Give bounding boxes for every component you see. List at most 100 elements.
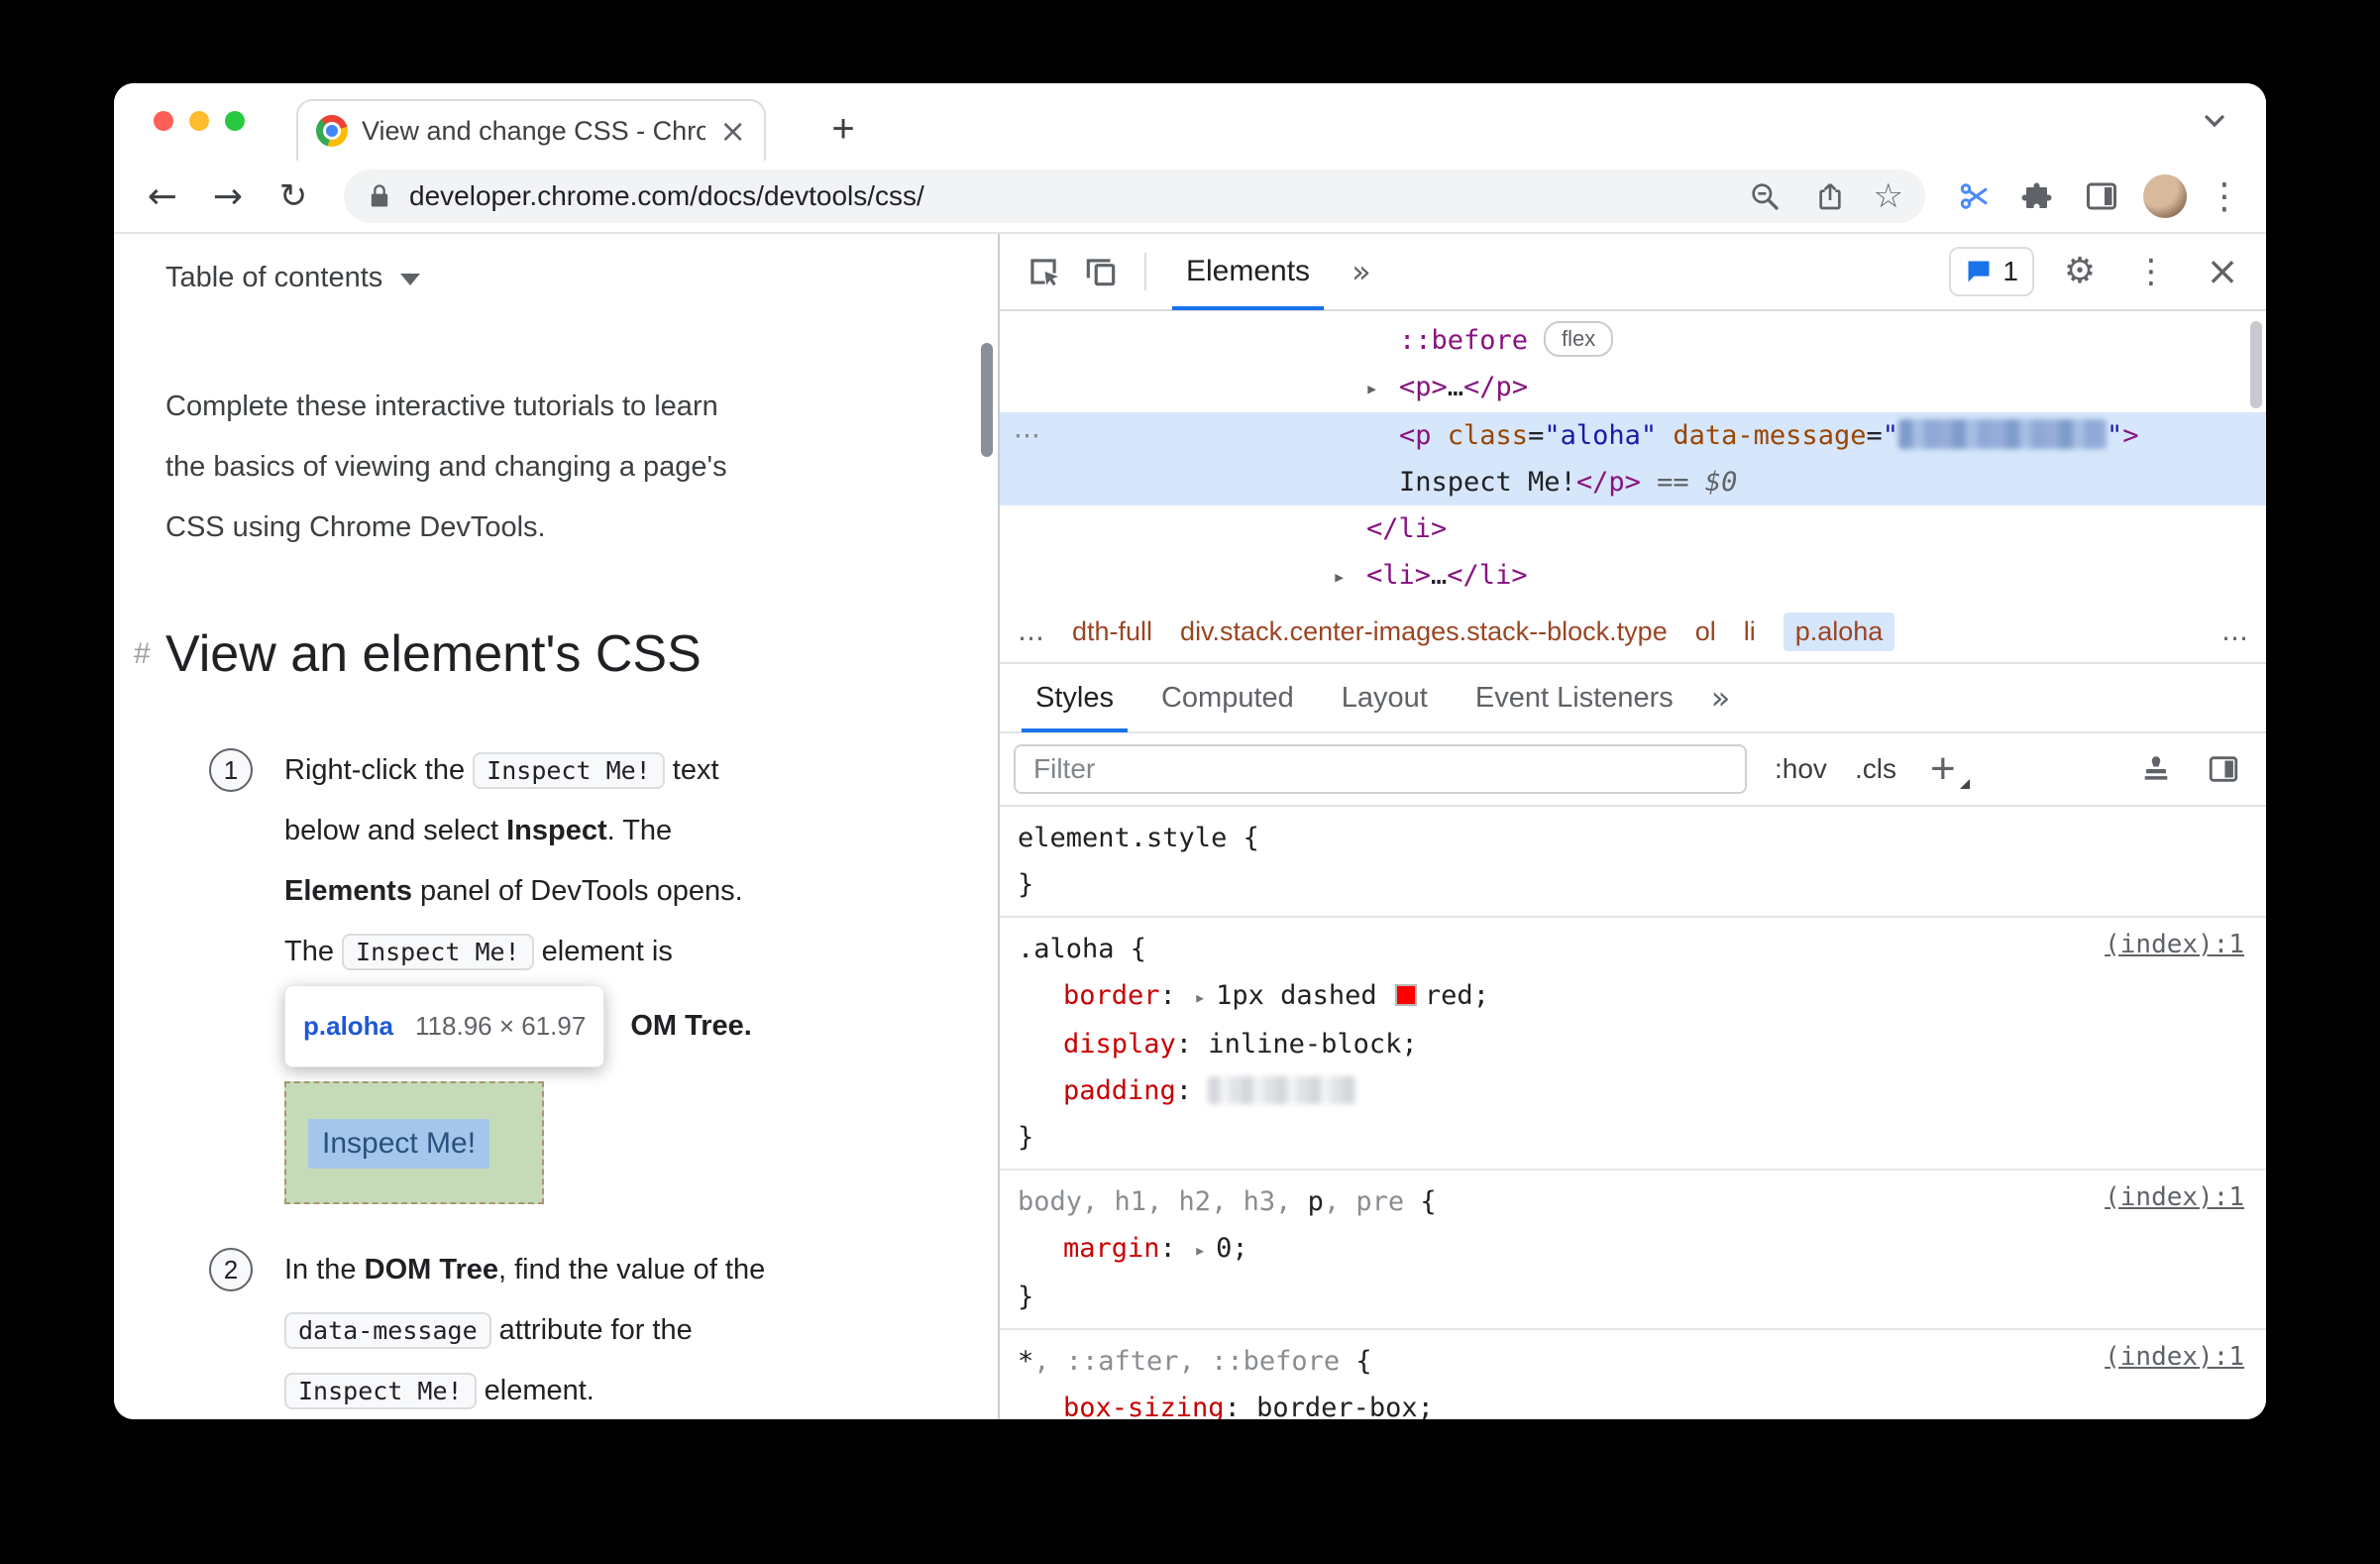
expand-arrow-icon[interactable]: ▸ xyxy=(1333,554,1366,601)
scrollbar-thumb[interactable] xyxy=(981,343,993,457)
dom-tree-row[interactable]: ▸ <li>…</li> xyxy=(1000,552,2266,601)
forward-button[interactable]: → xyxy=(205,176,251,217)
profile-avatar[interactable] xyxy=(2143,174,2187,218)
style-rule: (index):1 *, ::after, ::before {box-sizin… xyxy=(1000,1330,2266,1419)
bookmark-star-icon[interactable]: ☆ xyxy=(1874,179,1903,213)
token-redact-blue xyxy=(1898,419,2107,449)
section-heading: # View an element's CSS xyxy=(134,619,958,689)
maximize-window-button[interactable] xyxy=(225,111,245,131)
browser-tab[interactable]: View and change CSS - Chrom × xyxy=(296,99,766,161)
styles-pane-tab-computed[interactable]: Computed xyxy=(1137,663,1318,732)
step-number: 1 xyxy=(209,748,253,792)
token-plain: } xyxy=(1018,869,1034,900)
token-plain: … xyxy=(1447,372,1464,402)
css-declaration[interactable]: margin: ▸ 0; xyxy=(1018,1225,2266,1274)
styles-filter-input[interactable] xyxy=(1014,744,1747,794)
styles-pane-tab-layout[interactable]: Layout xyxy=(1318,663,1452,732)
address-bar[interactable]: developer.chrome.com/docs/devtools/css/ … xyxy=(344,169,1925,223)
stamp-icon[interactable] xyxy=(2139,752,2173,786)
close-window-button[interactable] xyxy=(154,111,173,131)
token-plain: { xyxy=(1227,823,1259,853)
device-toolbar-icon[interactable] xyxy=(1075,246,1127,297)
inspect-me-text[interactable]: Inspect Me! xyxy=(308,1119,490,1169)
new-tab-button[interactable]: + xyxy=(819,105,867,153)
lock-icon[interactable] xyxy=(366,182,393,210)
breadcrumb-item[interactable]: li xyxy=(1744,616,1756,647)
text-segment: In the xyxy=(284,1254,365,1285)
token-attr: class xyxy=(1447,420,1529,451)
more-panes-icon[interactable]: » xyxy=(1697,679,1745,717)
token-dimsel: , ::after, ::before xyxy=(1033,1346,1341,1377)
breadcrumb-item[interactable]: dth-full xyxy=(1072,616,1152,647)
settings-gear-icon[interactable]: ⚙ xyxy=(2054,246,2106,297)
css-rule-line[interactable]: } xyxy=(1018,1114,2266,1161)
css-declaration[interactable]: border: ▸ 1px dashed red; xyxy=(1018,972,2266,1021)
step-1-text-tail: OM Tree. xyxy=(630,1009,752,1042)
text-segment: Elements xyxy=(284,875,412,907)
style-rule: (index):1 .aloha {border: ▸ 1px dashed red… xyxy=(1000,918,2266,1171)
dom-tree-row[interactable]: </li> xyxy=(1000,505,2266,552)
table-of-contents-dropdown[interactable]: Table of contents xyxy=(165,258,421,297)
close-devtools-icon[interactable]: × xyxy=(2197,246,2248,297)
tab-elements[interactable]: Elements xyxy=(1164,234,1332,310)
toggle-hover-state-button[interactable]: :hov xyxy=(1775,753,1827,785)
zoom-icon[interactable] xyxy=(1743,174,1786,218)
style-source-link[interactable]: (index):1 xyxy=(2105,1342,2244,1372)
chevron-down-icon xyxy=(400,274,421,285)
devtools-menu-icon[interactable]: ⋮ xyxy=(2125,246,2177,297)
reload-button[interactable]: ↻ xyxy=(270,176,316,216)
style-source-link[interactable]: (index):1 xyxy=(2105,1182,2244,1212)
doc-line: the basics of viewing and changing a pag… xyxy=(165,437,958,498)
breadcrumb-item[interactable]: ol xyxy=(1695,616,1716,647)
css-declaration[interactable]: padding: xyxy=(1018,1067,2266,1114)
css-rule-line[interactable]: *, ::after, ::before { xyxy=(1018,1338,2266,1385)
inspect-me-element[interactable]: Inspect Me! xyxy=(284,1081,544,1204)
scissors-extension-icon[interactable] xyxy=(1953,174,1997,218)
tab-close-icon[interactable]: × xyxy=(719,115,746,147)
dom-tree-row[interactable]: ⋯ <p class="aloha" data-message=" "> Inspec… xyxy=(1000,412,2266,505)
dom-tree-row[interactable]: ::before flex xyxy=(1000,317,2266,364)
inspect-element-icon[interactable] xyxy=(1018,246,1069,297)
extensions-puzzle-icon[interactable] xyxy=(2016,174,2060,218)
token-sel: element.style xyxy=(1018,823,1228,853)
expand-arrow-icon[interactable]: ▸ xyxy=(1365,366,1399,412)
token-plain: : inline-block; xyxy=(1175,1029,1418,1060)
breadcrumb-overflow-right[interactable]: … xyxy=(2221,616,2248,647)
back-button[interactable]: ← xyxy=(140,176,185,217)
token-plain: { xyxy=(1340,1346,1372,1377)
breadcrumb-item[interactable]: p.aloha xyxy=(1783,612,1895,651)
sidebar-toggle-icon[interactable] xyxy=(2207,752,2240,786)
token-plain: { xyxy=(1114,934,1147,964)
token-dimsel: body, h1, h2, h3, xyxy=(1018,1186,1308,1217)
breadcrumb-item[interactable]: div.stack.center-images.stack--block.typ… xyxy=(1180,616,1668,647)
docs-page: Table of contents Complete these interac… xyxy=(114,234,998,1419)
css-rule-line[interactable]: element.style { xyxy=(1018,815,2266,861)
toolbar-right: 1 ⚙ ⋮ × xyxy=(1949,246,2248,297)
minimize-window-button[interactable] xyxy=(189,111,209,131)
url-text[interactable]: developer.chrome.com/docs/devtools/css/ xyxy=(409,180,924,212)
heading-anchor-link[interactable]: # xyxy=(134,637,151,671)
css-declaration[interactable]: display: inline-block; xyxy=(1018,1021,2266,1067)
token-plain: 1px dashed xyxy=(1216,980,1393,1011)
toggle-class-button[interactable]: .cls xyxy=(1855,753,1896,785)
more-tabs-icon[interactable]: » xyxy=(1338,253,1385,290)
new-style-rule-button[interactable]: + xyxy=(1930,747,1970,791)
tutorial-steps: 1 Right-click the Inspect Me! text below … xyxy=(209,740,958,1419)
share-icon[interactable] xyxy=(1808,174,1852,218)
browser-menu-icon[interactable]: ⋮ xyxy=(2207,176,2242,217)
styles-pane-tab-event-listeners[interactable]: Event Listeners xyxy=(1452,663,1697,732)
issues-counter[interactable]: 1 xyxy=(1949,247,2034,296)
side-panel-icon[interactable] xyxy=(2080,174,2123,218)
css-rule-line[interactable]: } xyxy=(1018,861,2266,908)
css-rule-line[interactable]: .aloha { xyxy=(1018,926,2266,972)
styles-pane-tab-styles[interactable]: Styles xyxy=(1012,663,1137,732)
tab-search-chevron-icon[interactable] xyxy=(2199,105,2230,142)
css-rule-line[interactable]: } xyxy=(1018,1274,2266,1320)
style-source-link[interactable]: (index):1 xyxy=(2105,930,2244,959)
breadcrumb-overflow-left[interactable]: … xyxy=(1018,616,1044,647)
css-rule-line[interactable]: body, h1, h2, h3, p, pre { xyxy=(1018,1178,2266,1225)
dom-tree-row[interactable]: ▸ <p>…</p> xyxy=(1000,364,2266,412)
css-declaration[interactable]: box-sizing: border-box; xyxy=(1018,1385,2266,1419)
token-sel: p xyxy=(1307,1186,1324,1217)
